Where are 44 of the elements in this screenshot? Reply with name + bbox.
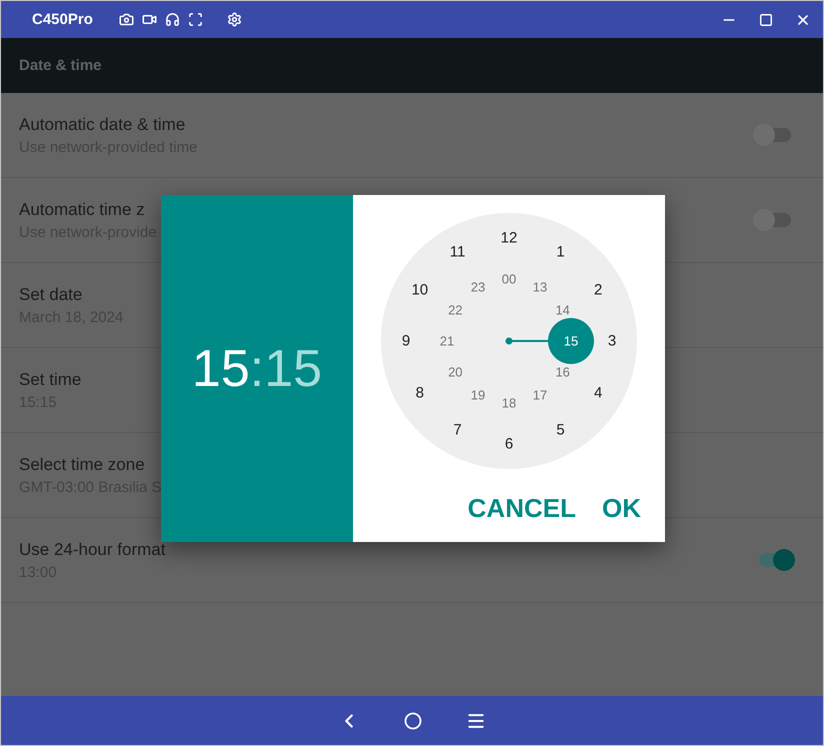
hour-number[interactable]: 7 xyxy=(453,422,462,439)
hour-number[interactable]: 2 xyxy=(594,281,602,298)
minute-display[interactable]: 15 xyxy=(264,338,322,398)
hour-number[interactable]: 9 xyxy=(402,332,410,350)
hour-number[interactable]: 4 xyxy=(594,384,602,401)
clock-face[interactable]: 12 1 2 3 4 5 6 7 8 9 10 11 00 13 14 15 16 17 18 19 20 21 22 23 xyxy=(381,213,637,469)
hour-number[interactable]: 11 xyxy=(450,243,466,260)
hour-number[interactable]: 1 xyxy=(556,243,565,260)
setting-title: Set date xyxy=(19,284,82,304)
time-separator: : xyxy=(250,338,264,398)
setting-title: Automatic date & time xyxy=(19,114,186,134)
setting-title: Select time zone xyxy=(19,454,145,474)
window-title: C450Pro xyxy=(32,11,93,28)
setting-title: Use 24-hour format xyxy=(19,540,166,560)
hour-number[interactable]: 19 xyxy=(470,387,486,402)
settings-icon[interactable] xyxy=(226,12,242,27)
hour-number[interactable]: 15 xyxy=(564,334,578,348)
hour-number[interactable]: 12 xyxy=(500,230,518,246)
screen-title: Date & time xyxy=(19,57,102,74)
hour-number[interactable]: 17 xyxy=(532,387,548,402)
selection-circle xyxy=(548,318,594,364)
hour-number[interactable]: 20 xyxy=(448,364,463,380)
maximize-icon[interactable] xyxy=(759,12,773,26)
hour-number[interactable]: 16 xyxy=(555,364,570,380)
hour-number[interactable]: 14 xyxy=(555,302,570,318)
hour-number[interactable]: 22 xyxy=(448,302,463,318)
hour-number[interactable]: 10 xyxy=(411,281,428,298)
setting-title: Automatic time z xyxy=(19,200,145,220)
hour-number[interactable]: 13 xyxy=(532,280,548,295)
hour-number[interactable]: 21 xyxy=(440,334,454,348)
hour-number[interactable]: 18 xyxy=(502,396,516,410)
camera-icon[interactable] xyxy=(118,12,134,27)
hour-number[interactable]: 5 xyxy=(556,422,565,439)
headphones-icon[interactable] xyxy=(164,12,180,27)
hour-number[interactable]: 23 xyxy=(470,280,486,295)
home-icon[interactable] xyxy=(404,712,422,730)
setting-title: Set time xyxy=(19,370,82,390)
hour-number[interactable]: 3 xyxy=(608,332,616,350)
hour-display[interactable]: 15 xyxy=(192,338,250,398)
hour-number[interactable]: 00 xyxy=(502,272,516,286)
hour-number[interactable]: 8 xyxy=(416,384,424,401)
hour-number[interactable]: 6 xyxy=(504,436,514,452)
fullscreen-icon[interactable] xyxy=(188,12,203,27)
video-camera-icon[interactable] xyxy=(142,12,157,27)
